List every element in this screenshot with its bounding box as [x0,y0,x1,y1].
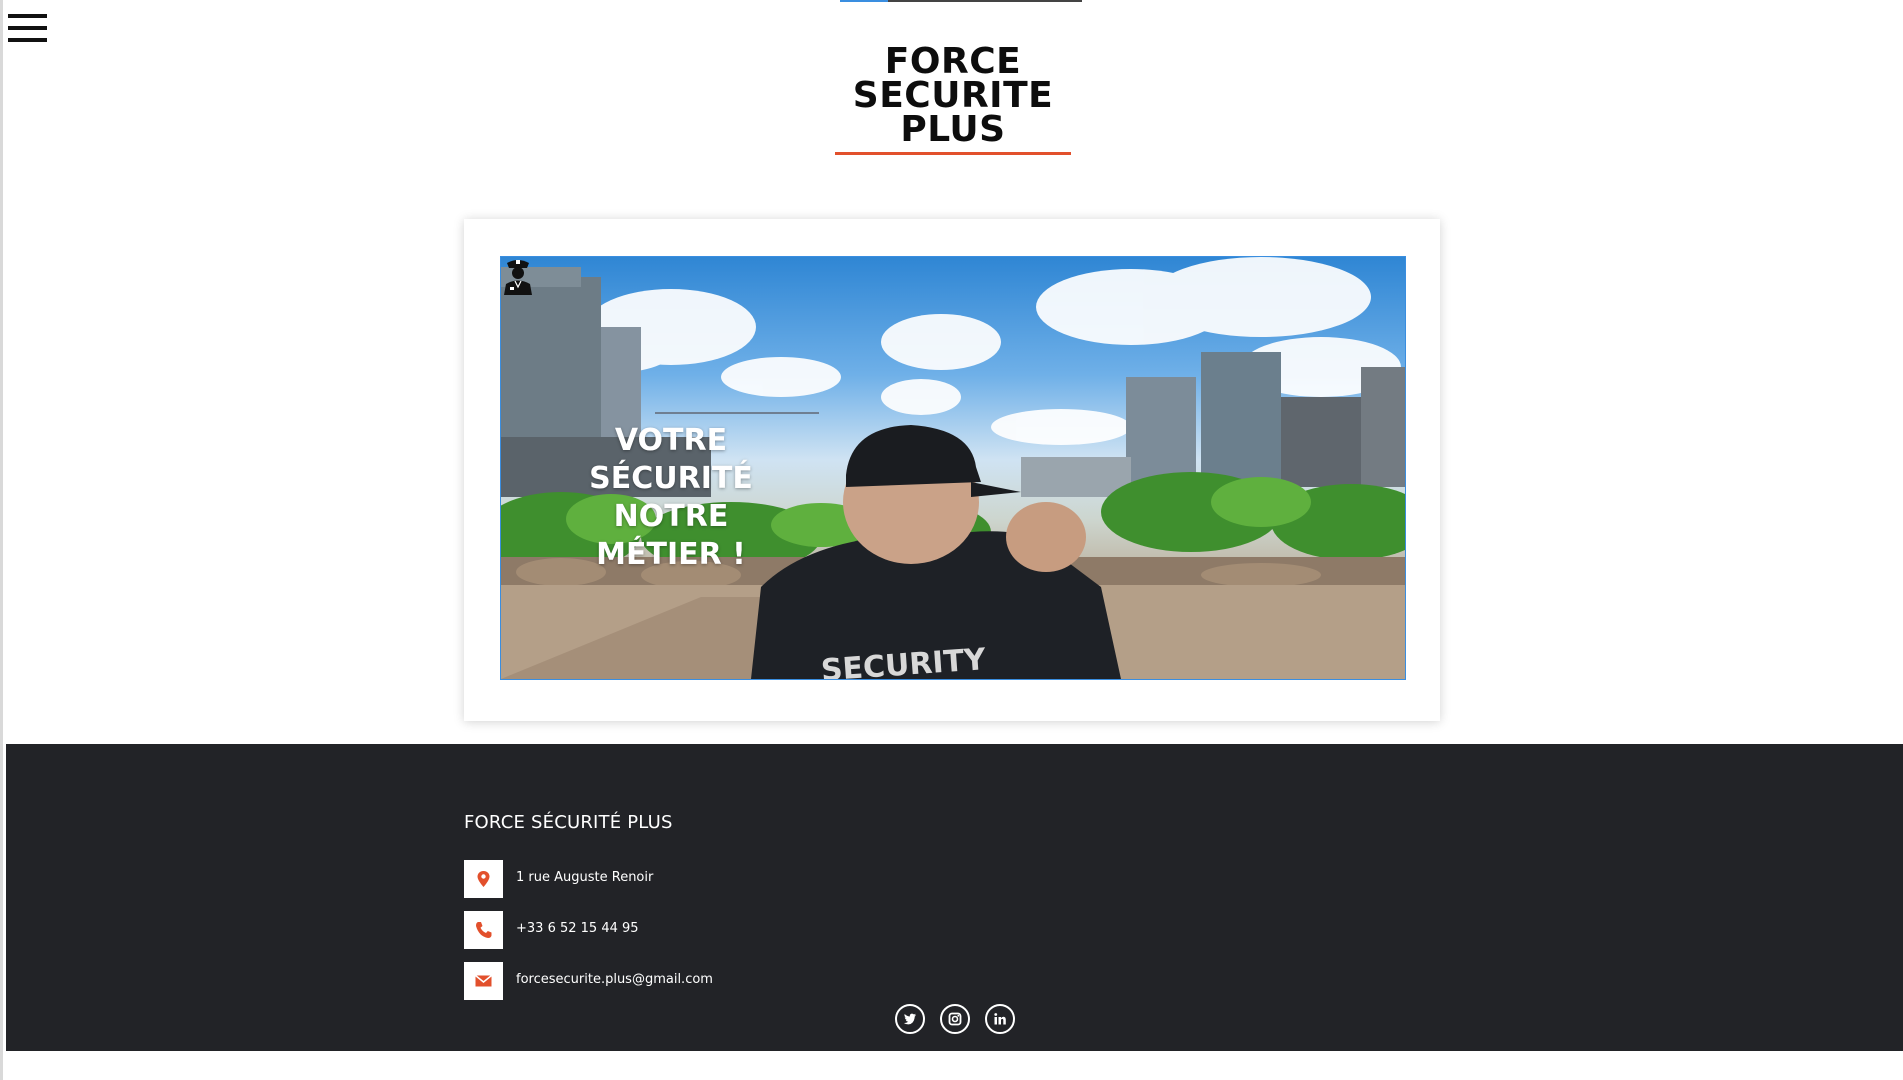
scroll-progress-bar [840,0,1082,2]
hero-title: VOTRE SÉCURITÉ NOTRE MÉTIER ! [531,422,811,574]
linkedin-link[interactable] [985,1004,1015,1034]
linkedin-icon [994,1013,1006,1025]
contact-address-text: 1 rue Auguste Renoir [516,870,654,885]
hero-title-line-2: SÉCURITÉ NOTRE [589,461,753,534]
contact-email-text: forcesecurite.plus@gmail.com [516,972,713,987]
security-guard-icon [504,260,532,295]
logo-line-3: PLUS [900,109,1006,150]
hero-title-line-1: VOTRE [614,423,728,458]
instagram-icon [948,1012,962,1026]
hero-card: SECURITY VOTRE SÉCURITÉ NOTRE MÉTIER ! [464,219,1440,721]
site-footer: FORCE SÉCURITÉ PLUS 1 rue Auguste Renoir… [6,744,1903,1051]
footer-title: FORCE SÉCURITÉ PLUS [464,812,673,833]
contact-phone-text: +33 6 52 15 44 95 [516,921,639,936]
instagram-link[interactable] [940,1004,970,1034]
page-left-edge [0,0,3,1080]
logo-line-2: SECURITE [852,75,1054,116]
menu-icon[interactable] [8,14,47,42]
hero-banner: SECURITY VOTRE SÉCURITÉ NOTRE MÉTIER ! [500,256,1406,680]
logo-line-1: FORCE [884,41,1022,82]
hero-divider [655,412,819,414]
phone-icon [464,911,503,949]
hero-title-line-3: MÉTIER ! [596,537,746,572]
twitter-link[interactable] [895,1004,925,1034]
scroll-progress-fill [840,0,889,2]
map-pin-icon [464,860,503,898]
twitter-icon [903,1013,916,1025]
logo-underline [835,152,1071,155]
envelope-icon [464,962,503,1000]
site-logo[interactable]: FORCE SECURITE PLUS [835,41,1071,150]
